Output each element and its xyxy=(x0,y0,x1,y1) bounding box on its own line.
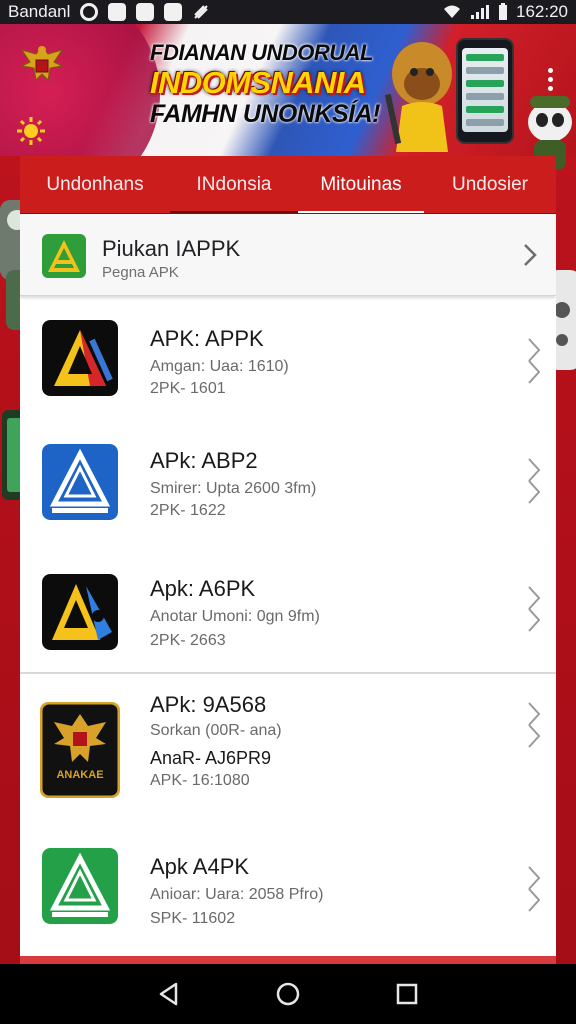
item-meta: SPK- 11602 xyxy=(150,910,236,927)
chevron-right-icon xyxy=(528,866,541,912)
tab-indonsia[interactable]: INdonsia xyxy=(170,156,298,213)
system-nav-bar xyxy=(0,964,576,1024)
list-item[interactable]: APK: APPK Amgan: Uaa: 1610) 2PK- 1601 xyxy=(20,298,556,426)
tab-label: Undosier xyxy=(451,174,529,195)
garuda-emblem-icon xyxy=(20,45,64,82)
signal-icon xyxy=(471,5,489,19)
apk-app-icon xyxy=(42,444,118,520)
item-title: APk: 9A568 xyxy=(150,692,267,717)
phone-illustration xyxy=(456,38,514,144)
sun-icon xyxy=(17,117,45,145)
banner-line-1: FDIANAN UNDORUAL xyxy=(150,40,373,65)
apk-app-icon xyxy=(42,848,118,924)
featured-apk-subtitle: Pegna APK xyxy=(102,264,179,281)
chevron-right-icon xyxy=(524,244,537,266)
item-meta: 2PK- 1601 xyxy=(150,380,226,397)
chevron-right-icon xyxy=(528,702,541,748)
list-item[interactable]: ANAKAE APk: 9A568 Sorkan (00R- ana) AnaR… xyxy=(20,676,556,814)
tab-label: INdonsia xyxy=(196,174,272,195)
chevron-right-icon xyxy=(528,586,541,632)
item-title: Apk: A6PK xyxy=(150,576,256,601)
item-subtitle: Anioar: Uara: 2058 Pfro) xyxy=(150,886,324,903)
category-tabs: Undonhans INdonsia Mitouinas Undosier xyxy=(20,156,556,214)
status-bar: Bandanl 162:20 xyxy=(0,0,576,24)
apk-list-panel: Piukan IAPPK Pegna APK APK: APPK Amgan: … xyxy=(20,214,556,956)
status-right-group: 162:20 xyxy=(442,2,568,22)
banner-line-3: FAMHN UNONKSÍA! xyxy=(150,100,381,128)
chat-notification-icon xyxy=(108,3,127,21)
chevron-right-icon xyxy=(528,338,541,384)
apk-app-icon xyxy=(42,320,118,396)
list-item[interactable]: APk: ABP2 Smirer: Upta 2600 3fm) 2PK- 16… xyxy=(20,426,556,554)
item-title: APk: ABP2 xyxy=(150,448,258,473)
item-meta: 2PK- 1622 xyxy=(150,502,226,519)
app-notification-icon xyxy=(164,3,183,21)
tab-undosier[interactable]: Undosier xyxy=(424,156,556,213)
list-item[interactable]: Apk: A6PK Anotar Umoni: 0gn 9fm) 2PK- 26… xyxy=(20,554,556,682)
featured-apk-title: Piukan IAPPK xyxy=(102,236,241,261)
apk-app-icon xyxy=(42,574,118,650)
phone-screen xyxy=(462,48,508,132)
more-vert-icon[interactable] xyxy=(548,68,554,91)
item-meta: 2PK- 2663 xyxy=(150,632,226,649)
item-subtitle: Sorkan (00R- ana) xyxy=(150,722,282,739)
item-meta: APK- 16:1080 xyxy=(150,772,250,789)
wifi-icon xyxy=(444,5,460,18)
promo-banner[interactable]: FDIANAN UNDORUAL INDOMSNANIA FAMHN UNONK… xyxy=(0,24,576,156)
garuda-icon-label: ANAKAE xyxy=(56,769,103,781)
tab-mitouinas[interactable]: Mitouinas xyxy=(298,156,424,213)
battery-icon xyxy=(499,3,507,20)
apk-triangle-icon xyxy=(42,234,86,278)
item-title: Apk A4PK xyxy=(150,854,250,879)
chevron-right-icon xyxy=(528,458,541,504)
list-item[interactable]: Apk A4PK Anioar: Uara: 2058 Pfro) SPK- 1… xyxy=(20,824,556,952)
item-subtitle: Smirer: Upta 2600 3fm) xyxy=(150,480,317,497)
tab-label: Undonhans xyxy=(46,174,144,195)
list-divider xyxy=(20,672,556,674)
item-title: APK: APPK xyxy=(150,326,264,351)
orangutan-mascot xyxy=(384,42,452,152)
carrier-name: Bandanl xyxy=(8,2,71,21)
image-notification-icon xyxy=(136,3,155,21)
notification-icons xyxy=(80,3,210,21)
item-extra: AnaR- AJ6PR9 xyxy=(150,748,272,768)
banner-headline: FDIANAN UNDORUAL INDOMSNANIA FAMHN UNONK… xyxy=(150,42,390,127)
recents-icon[interactable] xyxy=(392,979,422,1009)
home-icon[interactable] xyxy=(273,979,303,1009)
banner-line-2: INDOMSNANIA xyxy=(150,65,366,100)
tab-undonhans[interactable]: Undonhans xyxy=(20,156,170,213)
tab-label: Mitouinas xyxy=(320,174,402,195)
item-subtitle: Amgan: Uaa: 1610) xyxy=(150,358,289,375)
item-subtitle: Anotar Umoni: 0gn 9fm) xyxy=(150,608,320,625)
back-icon[interactable] xyxy=(154,979,184,1009)
notification-circle-icon xyxy=(80,3,99,21)
panel-bottom-edge xyxy=(20,956,556,964)
svg-text:ANAKAE: ANAKAE xyxy=(56,769,103,781)
clock: 162:20 xyxy=(516,2,568,21)
settings-notification-icon xyxy=(194,5,209,19)
featured-apk-row[interactable]: Piukan IAPPK Pegna APK xyxy=(20,214,556,296)
